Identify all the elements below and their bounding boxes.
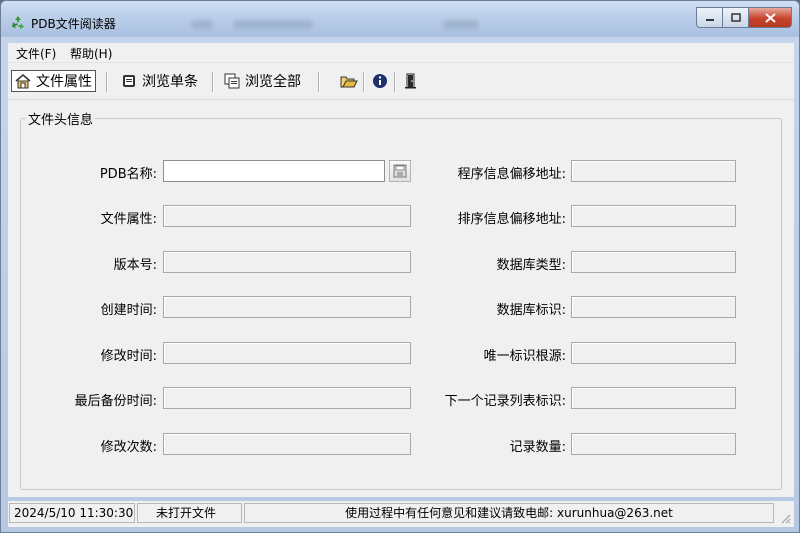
modification-count-label: 修改次数: (100, 440, 157, 455)
unique-id-seed-field[interactable] (571, 342, 736, 364)
modification-count-input[interactable] (164, 434, 410, 454)
file-attr-icon (15, 74, 31, 89)
single-record-icon (123, 75, 135, 87)
status-file-state: 未打开文件 (137, 503, 242, 523)
db-id-label: 数据库标识: (496, 303, 566, 318)
db-type-input[interactable] (572, 252, 735, 272)
open-file-button[interactable] (340, 70, 358, 92)
created-time-field[interactable] (163, 296, 411, 318)
sort-info-offset-field[interactable] (571, 205, 736, 227)
next-record-list-id-label: 下一个记录列表标识: (444, 394, 566, 409)
next-record-list-id-field[interactable] (571, 387, 736, 409)
app-info-offset-field[interactable] (571, 160, 736, 182)
main-panel: 文件头信息 PDB名称: 文件属性: 版本号: 创建时间: 修改时间: 最后备份… (8, 100, 794, 497)
status-message: 使用过程中有任何意见和建议请致电邮: xurunhua@263.net (244, 503, 774, 523)
about-button[interactable] (372, 70, 388, 92)
pdb-name-field[interactable] (163, 160, 385, 182)
backup-time-label: 最后备份时间: (74, 394, 157, 409)
browse-single-label: 浏览单条 (142, 74, 198, 90)
window-title: PDB文件阅读器 (31, 17, 116, 31)
sort-info-offset-label: 排序信息偏移地址: (457, 212, 566, 227)
unique-id-seed-input[interactable] (572, 343, 735, 363)
close-button[interactable] (748, 7, 792, 28)
blurred-title-fragment (233, 20, 313, 29)
pdb-name-input[interactable] (164, 161, 384, 181)
toolbar-separator (363, 72, 365, 92)
record-count-field[interactable] (571, 433, 736, 455)
created-time-input[interactable] (164, 297, 410, 317)
save-name-button[interactable] (389, 160, 411, 182)
backup-time-field[interactable] (163, 387, 411, 409)
blurred-title-fragment (191, 20, 213, 29)
app-info-offset-label: 程序信息偏移地址: (457, 167, 566, 182)
blurred-title-fragment (443, 20, 479, 29)
sort-info-offset-input[interactable] (572, 206, 735, 226)
save-icon (393, 164, 407, 178)
version-field[interactable] (163, 251, 411, 273)
group-title: 文件头信息 (26, 109, 96, 128)
status-bar: 2024/5/10 11:30:30 未打开文件 使用过程中有任何意见和建议请致… (8, 501, 794, 527)
menu-help[interactable]: 帮助(H) (70, 45, 112, 62)
next-record-list-id-input[interactable] (572, 388, 735, 408)
modified-time-input[interactable] (164, 343, 410, 363)
file-attr-label: 文件属性 (36, 74, 92, 90)
close-icon (764, 12, 776, 23)
app-window: PDB文件阅读器 文件(F) 帮助(H) 文件属性 浏览单条 浏览全部 文件头信… (0, 0, 800, 533)
modified-time-label: 修改时间: (100, 349, 157, 364)
backup-time-input[interactable] (164, 388, 410, 408)
maximize-icon (730, 13, 741, 22)
exit-icon (405, 73, 416, 89)
maximize-button[interactable] (722, 7, 748, 28)
toolbar-separator (106, 72, 108, 92)
title-bar[interactable]: PDB文件阅读器 (1, 1, 799, 37)
minimize-button[interactable] (696, 7, 722, 28)
file-attr-button[interactable]: 文件属性 (11, 70, 96, 92)
app-info-offset-input[interactable] (572, 161, 735, 181)
menu-bar: 文件(F) 帮助(H) (8, 43, 794, 63)
record-count-label: 记录数量: (509, 440, 566, 455)
info-icon (373, 74, 387, 88)
unique-id-seed-label: 唯一标识根源: (483, 349, 566, 364)
db-id-field[interactable] (571, 296, 736, 318)
status-datetime: 2024/5/10 11:30:30 (9, 503, 135, 523)
exit-button[interactable] (403, 70, 419, 92)
modification-count-field[interactable] (163, 433, 411, 455)
record-count-input[interactable] (572, 434, 735, 454)
all-records-icon (224, 73, 240, 89)
version-input[interactable] (164, 252, 410, 272)
recycle-icon (12, 16, 24, 29)
pdb-name-label: PDB名称: (99, 167, 157, 182)
toolbar-separator (212, 72, 214, 92)
resize-grip-icon[interactable] (779, 512, 791, 524)
toolbar-separator (318, 72, 320, 92)
file-attr-field-label: 文件属性: (100, 212, 157, 227)
file-attr-field[interactable] (163, 205, 411, 227)
toolbar-separator (394, 72, 396, 92)
window-controls (696, 7, 792, 28)
file-attr-input[interactable] (164, 206, 410, 226)
minimize-icon (705, 18, 714, 21)
db-type-field[interactable] (571, 251, 736, 273)
db-type-label: 数据库类型: (496, 258, 566, 273)
toolbar: 文件属性 浏览单条 浏览全部 (8, 63, 794, 100)
version-label: 版本号: (113, 258, 157, 273)
open-folder-icon (340, 76, 358, 88)
modified-time-field[interactable] (163, 342, 411, 364)
menu-file[interactable]: 文件(F) (16, 45, 56, 62)
browse-all-button[interactable]: 浏览全部 (224, 70, 301, 92)
browse-all-label: 浏览全部 (245, 74, 301, 90)
created-time-label: 创建时间: (100, 303, 157, 318)
db-id-input[interactable] (572, 297, 735, 317)
browse-single-button[interactable]: 浏览单条 (121, 70, 198, 92)
